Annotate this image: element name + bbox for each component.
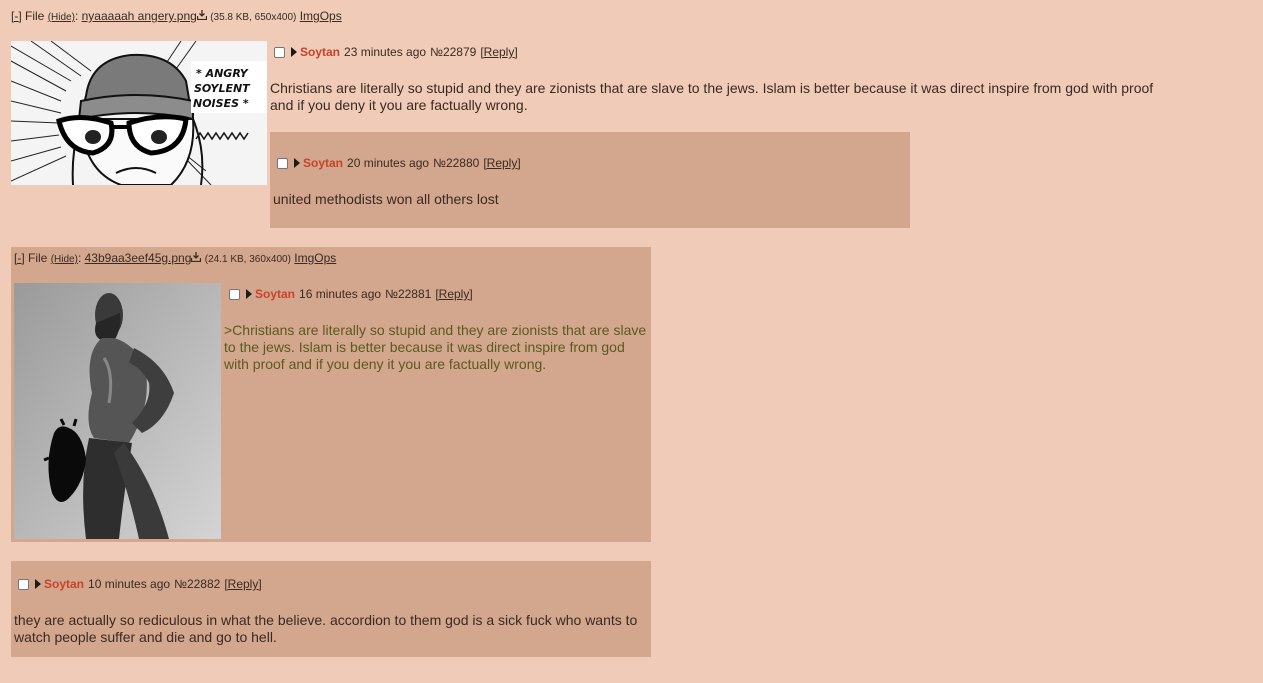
reply-file-sep: : (77, 251, 82, 265)
op-thumbnail[interactable]: * ANGRY SOYLENT NOISES * (11, 41, 267, 185)
op-file-toggle[interactable]: [-] (11, 9, 22, 23)
op-post-number[interactable]: №22879 (430, 45, 476, 59)
reply-post-number[interactable]: №22882 (174, 577, 220, 591)
reply-post-header: Soytan 20 minutes ago №22880 [Reply] (277, 155, 521, 171)
op-file-name-link[interactable]: nyaaaaah angery.png (82, 9, 197, 23)
op-message: Christians are literally so stupid and t… (270, 80, 1154, 113)
reply-post-22882: Soytan 10 minutes ago №22882 [Reply] the… (11, 561, 651, 657)
reply-post-checkbox[interactable] (229, 288, 240, 300)
reply-file-toggle[interactable]: [-] (14, 251, 25, 265)
reply-post-checkbox[interactable] (18, 578, 29, 590)
reply-file-label: File (28, 251, 48, 265)
gigachad-image (14, 283, 221, 539)
op-file-info: [-] File (Hide): nyaaaaah angery.png (35… (11, 9, 342, 25)
reply-post-22880: Soytan 20 minutes ago №22880 [Reply] uni… (270, 132, 910, 228)
op-reply-link[interactable]: [Reply] (480, 45, 517, 59)
reply-imgops-link[interactable]: ImgOps (294, 251, 336, 265)
reply-post-header: Soytan 16 minutes ago №22881 [Reply] (229, 286, 473, 302)
reply-author-name: Soytan (44, 577, 85, 591)
thumb-text-line-1: * ANGRY (196, 67, 249, 80)
reply-reply-link[interactable]: [Reply] (435, 287, 472, 301)
reply-post-header: Soytan 10 minutes ago №22882 [Reply] (18, 576, 262, 592)
download-icon[interactable] (191, 252, 202, 263)
op-file-hide-link[interactable]: (Hide) (48, 12, 75, 23)
greentext-quote: >Christians are literally so stupid and … (224, 322, 647, 372)
op-file-sep: : (74, 9, 79, 23)
reply-post-checkbox[interactable] (277, 157, 288, 169)
reply-file-name-link[interactable]: 43b9aa3eef45g.png (85, 251, 192, 265)
reply-post-22881: [-] File (Hide): 43b9aa3eef45g.png (24.1… (11, 247, 651, 542)
download-icon[interactable] (196, 10, 207, 21)
reply-post-time: 20 minutes ago (347, 156, 430, 170)
reply-message: united methodists won all others lost (273, 191, 499, 207)
op-file-label: File (25, 9, 45, 23)
angry-soylent-image: * ANGRY SOYLENT NOISES * (11, 41, 267, 185)
reply-file-size: (24.1 KB, 360x400) (204, 254, 291, 265)
caret-right-icon[interactable] (294, 158, 300, 168)
reply-file-hide-link[interactable]: (Hide) (51, 254, 78, 265)
reply-post-time: 10 minutes ago (88, 577, 171, 591)
caret-right-icon[interactable] (291, 47, 297, 57)
reply-reply-link[interactable]: [Reply] (483, 156, 520, 170)
reply-post-time: 16 minutes ago (299, 287, 382, 301)
reply-file-info: [-] File (Hide): 43b9aa3eef45g.png (24.1… (14, 251, 336, 267)
caret-right-icon[interactable] (35, 579, 41, 589)
op-post-time: 23 minutes ago (344, 45, 427, 59)
op-author-name: Soytan (300, 45, 341, 59)
thumb-text-line-2: SOYLENT (194, 82, 251, 95)
reply-post-number[interactable]: №22880 (433, 156, 479, 170)
op-post-checkbox[interactable] (274, 46, 285, 58)
reply-thumbnail[interactable] (14, 283, 221, 539)
thumb-text-line-3: NOISES * (193, 97, 249, 110)
op-file-size: (35.8 KB, 650x400) (210, 12, 297, 23)
reply-message: they are actually so rediculous in what … (14, 612, 638, 645)
reply-author-name: Soytan (303, 156, 344, 170)
op-post-header: Soytan 23 minutes ago №22879 [Reply] (274, 44, 518, 60)
reply-post-number[interactable]: №22881 (385, 287, 431, 301)
op-imgops-link[interactable]: ImgOps (300, 9, 342, 23)
reply-reply-link[interactable]: [Reply] (224, 577, 261, 591)
reply-author-name: Soytan (255, 287, 296, 301)
caret-right-icon[interactable] (246, 289, 252, 299)
